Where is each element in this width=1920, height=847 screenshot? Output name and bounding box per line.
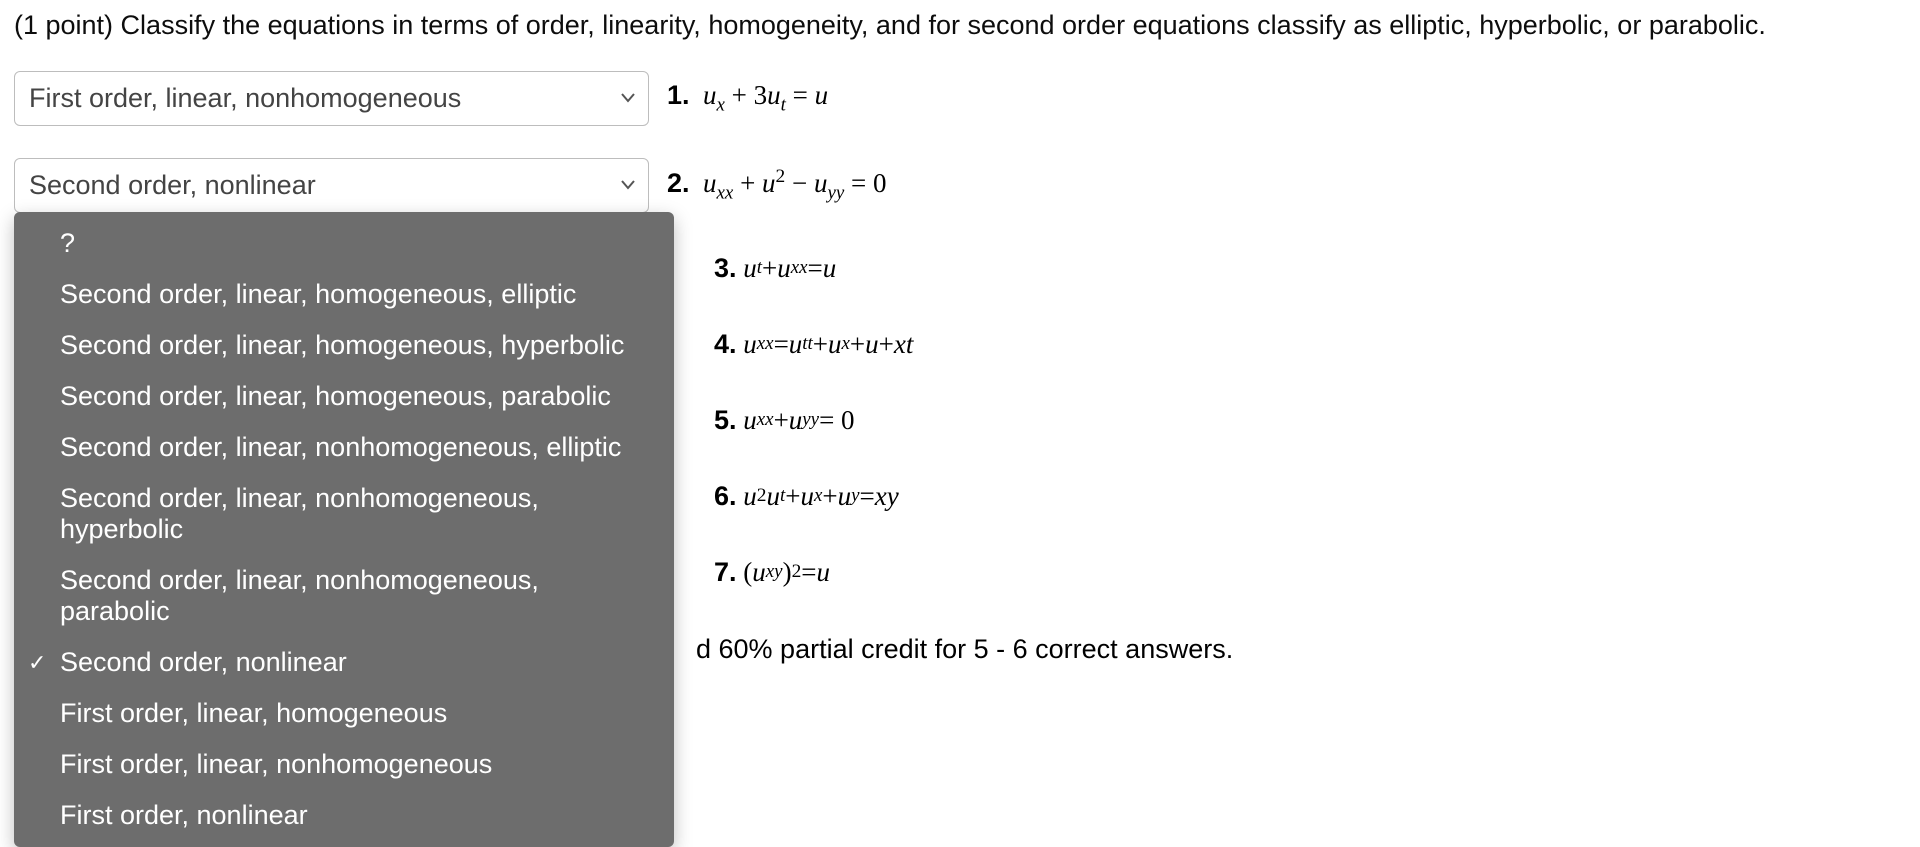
select-value: Second order, nonlinear [29, 170, 316, 201]
equation-3: 3. ut + uxx = u [714, 232, 836, 304]
dropdown-option[interactable]: Second order, linear, nonhomogeneous, el… [14, 422, 674, 473]
equation-1: 1. ux + 3ut = u [667, 80, 828, 116]
equation-number: 1. [667, 80, 690, 110]
dropdown-option[interactable]: First order, linear, homogeneous [14, 688, 674, 739]
chevron-down-icon [621, 177, 635, 195]
dropdown-option[interactable]: Second order, linear, homogeneous, hyper… [14, 320, 674, 371]
equation-number: 2. [667, 168, 690, 198]
dropdown-option[interactable]: Second order, linear, nonhomogeneous, pa… [14, 555, 674, 637]
equation-number: 7. [714, 557, 737, 588]
select-value: First order, linear, nonhomogeneous [29, 83, 461, 114]
equation-number: 3. [714, 253, 737, 284]
equation-number: 6. [714, 481, 737, 512]
equation-4: 4. uxx = utt + ux + u + xt [714, 308, 913, 380]
equation-7: 7. (uxy)2 = u [714, 536, 830, 608]
equation-2: 2. uxx + u2 − uyy = 0 [667, 166, 887, 204]
equation-6: 6. u2ut + ux + uy = xy [714, 460, 899, 532]
dropdown-option[interactable]: ? [14, 218, 674, 269]
dropdown-option[interactable]: First order, linear, nonhomogeneous [14, 739, 674, 790]
partial-credit-text: d 60% partial credit for 5 - 6 correct a… [696, 634, 1233, 665]
chevron-down-icon [621, 90, 635, 108]
problem-prompt: (1 point) Classify the equations in term… [14, 10, 1906, 41]
dropdown-option[interactable]: Second order, linear, homogeneous, parab… [14, 371, 674, 422]
equation-5: 5. uxx + uyy = 0 [714, 384, 855, 456]
dropdown-option[interactable]: Second order, linear, nonhomogeneous, hy… [14, 473, 674, 555]
classify-dropdown-menu[interactable]: ?Second order, linear, homogeneous, elli… [14, 212, 674, 847]
classify-select-1[interactable]: First order, linear, nonhomogeneous [14, 71, 649, 126]
classify-select-2[interactable]: Second order, nonlinear [14, 158, 649, 213]
equation-number: 5. [714, 405, 737, 436]
equation-number: 4. [714, 329, 737, 360]
dropdown-option[interactable]: First order, nonlinear [14, 790, 674, 841]
dropdown-option[interactable]: Second order, linear, homogeneous, ellip… [14, 269, 674, 320]
dropdown-option[interactable]: Second order, nonlinear [14, 637, 674, 688]
